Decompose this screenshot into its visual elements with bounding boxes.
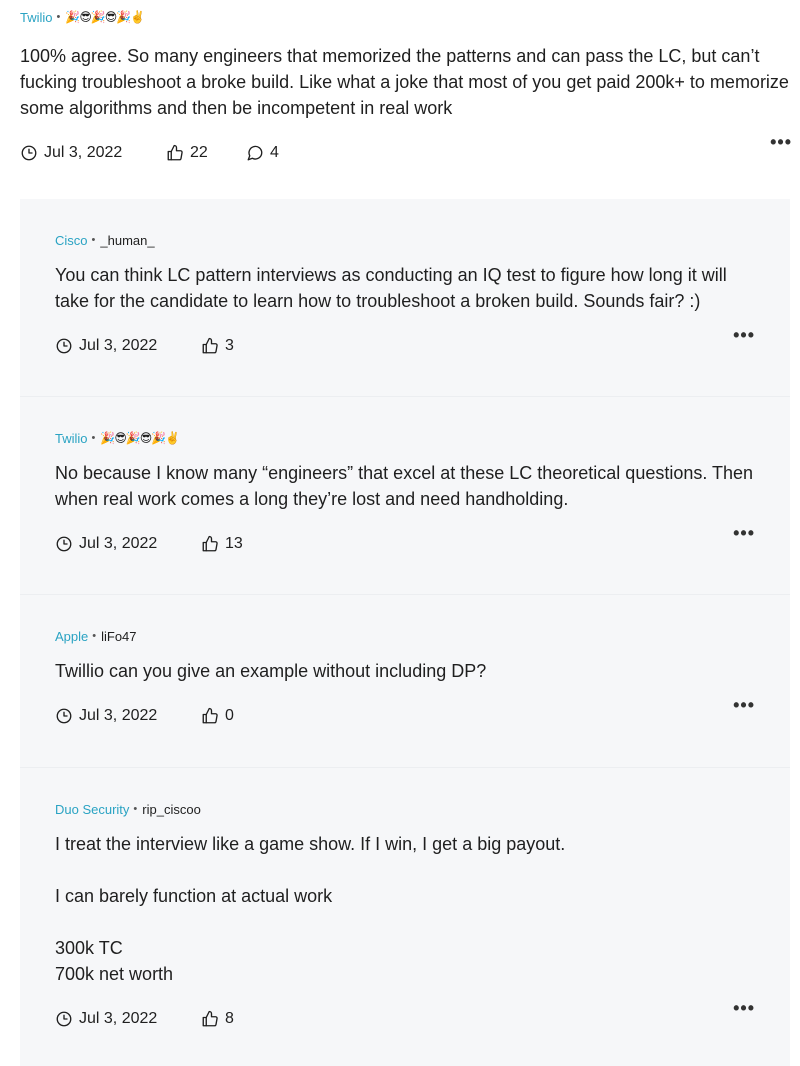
main-post: Twilio • 🎉😎🎉😎🎉✌️ 100% agree. So many eng… — [20, 0, 792, 173]
post-date-text: Jul 3, 2022 — [44, 144, 123, 161]
like-count: 3 — [225, 337, 234, 354]
like-button[interactable]: 0 — [201, 707, 234, 725]
reply-date: Jul 3, 2022 — [55, 1010, 201, 1028]
clock-icon — [56, 536, 72, 552]
company-link[interactable]: Cisco — [55, 233, 88, 248]
username[interactable]: 🎉😎🎉😎🎉✌️ — [65, 10, 145, 24]
username[interactable]: rip_ciscoo — [142, 802, 201, 817]
like-count: 0 — [225, 707, 234, 724]
reply-actions: Jul 3, 2022 8 ••• — [55, 999, 755, 1039]
like-button[interactable]: 13 — [201, 535, 243, 553]
more-options-icon[interactable]: ••• — [770, 133, 792, 151]
like-count: 13 — [225, 535, 243, 552]
reply-actions: Jul 3, 2022 0 ••• — [55, 696, 755, 736]
reply-date: Jul 3, 2022 — [55, 337, 201, 355]
thumbs-up-icon — [202, 1010, 218, 1027]
more-options-icon[interactable]: ••• — [733, 326, 755, 344]
reply-meta: Duo Security • rip_ciscoo — [55, 768, 755, 826]
thumbs-up-icon — [167, 144, 183, 161]
replies-list: Cisco • _human_ You can think LC pattern… — [20, 199, 790, 1066]
username[interactable]: _human_ — [100, 233, 154, 248]
username[interactable]: liFo47 — [101, 629, 136, 644]
reply-meta: Twilio • 🎉😎🎉😎🎉✌️ — [55, 397, 755, 455]
post-text: 100% agree. So many engineers that memor… — [20, 46, 794, 118]
company-link[interactable]: Twilio — [20, 10, 53, 25]
clock-icon — [56, 338, 72, 354]
reply-date-text: Jul 3, 2022 — [79, 1010, 158, 1027]
reply-item: Apple • liFo47 Twillio can you give an e… — [20, 595, 790, 768]
comment-icon — [247, 145, 263, 161]
reply-date-text: Jul 3, 2022 — [79, 535, 158, 552]
reply-text: I treat the interview like a game show. … — [55, 834, 566, 984]
reply-text: No because I know many “engineers” that … — [55, 463, 759, 509]
reply-date: Jul 3, 2022 — [55, 535, 201, 553]
company-link[interactable]: Apple — [55, 629, 88, 644]
reply-meta: Cisco • _human_ — [55, 199, 755, 257]
more-options-icon[interactable]: ••• — [733, 696, 755, 714]
reply-date: Jul 3, 2022 — [55, 707, 201, 725]
reply-date-text: Jul 3, 2022 — [79, 337, 158, 354]
post-meta: Twilio • 🎉😎🎉😎🎉✌️ — [20, 0, 792, 34]
reply-date-text: Jul 3, 2022 — [79, 707, 158, 724]
like-button[interactable]: 8 — [201, 1010, 234, 1028]
meta-separator: • — [56, 11, 61, 23]
reply-meta: Apple • liFo47 — [55, 595, 755, 653]
reply-actions: Jul 3, 2022 13 ••• — [55, 524, 755, 564]
clock-icon — [56, 1011, 72, 1027]
reply-item: Duo Security • rip_ciscoo I treat the in… — [20, 768, 790, 1066]
company-link[interactable]: Twilio — [55, 431, 88, 446]
meta-separator: • — [91, 234, 96, 246]
comment-button[interactable]: 4 — [246, 144, 279, 162]
thumbs-up-icon — [202, 535, 218, 552]
thumbs-up-icon — [202, 707, 218, 724]
meta-separator: • — [133, 803, 138, 815]
reply-item: Cisco • _human_ You can think LC pattern… — [20, 199, 790, 397]
post-actions: Jul 3, 2022 22 4 ••• — [20, 133, 792, 173]
post-date: Jul 3, 2022 — [20, 144, 166, 162]
reply-text: You can think LC pattern interviews as c… — [55, 265, 732, 311]
like-button[interactable]: 3 — [201, 337, 234, 355]
meta-separator: • — [92, 630, 97, 642]
more-options-icon[interactable]: ••• — [733, 524, 755, 542]
clock-icon — [56, 708, 72, 724]
like-count: 8 — [225, 1010, 234, 1027]
company-link[interactable]: Duo Security — [55, 802, 129, 817]
username[interactable]: 🎉😎🎉😎🎉✌️ — [100, 431, 180, 445]
like-button[interactable]: 22 — [166, 144, 246, 162]
reply-text: Twillio can you give an example without … — [55, 661, 487, 681]
thumbs-up-icon — [202, 337, 218, 354]
more-options-icon[interactable]: ••• — [733, 999, 755, 1017]
meta-separator: • — [91, 432, 96, 444]
clock-icon — [21, 145, 37, 161]
reply-item: Twilio • 🎉😎🎉😎🎉✌️ No because I know many … — [20, 397, 790, 595]
reply-actions: Jul 3, 2022 3 ••• — [55, 326, 755, 366]
comment-count: 4 — [270, 144, 279, 161]
like-count: 22 — [190, 144, 208, 161]
